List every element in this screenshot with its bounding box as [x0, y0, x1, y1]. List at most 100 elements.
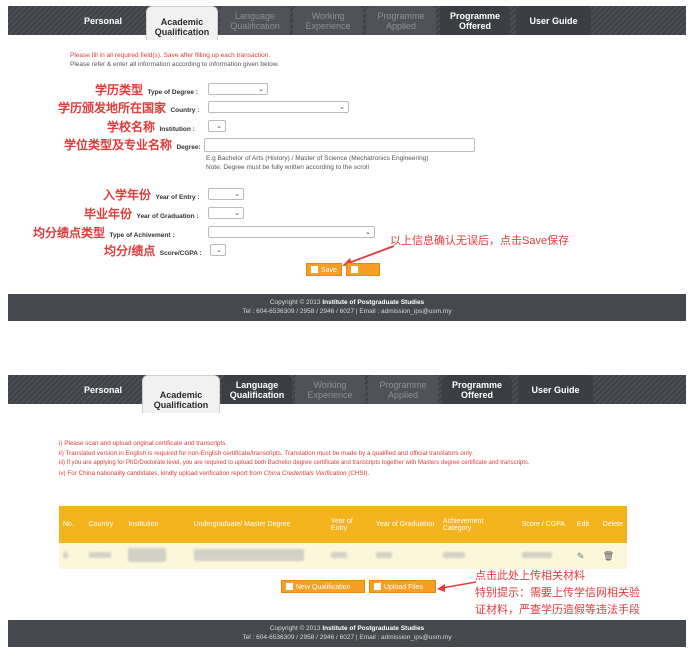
field-label: Degree: [176, 144, 201, 151]
type-of-degree-select[interactable]: ⌄ [208, 83, 268, 95]
button-label: View [351, 280, 367, 287]
annotation-zh: 入学年份 [103, 188, 152, 202]
annotation-zh: 学历颁发地所在国家 [58, 101, 167, 115]
achievement-row: 均分绩点类型 Type of Achivement : [33, 224, 174, 242]
button-label: Upload Files [384, 584, 423, 591]
field-label: Year of Entry : [155, 194, 200, 201]
cell-no [59, 543, 85, 569]
country-row: 学历颁发地所在国家 Country : [58, 99, 199, 117]
new-qualification-button[interactable]: New Qualification [281, 580, 365, 593]
chevron-down-icon: ⌄ [216, 123, 222, 130]
country-select[interactable]: ⌄ [208, 101, 349, 113]
tab-working-experience[interactable]: Working Experience [293, 6, 363, 35]
tab-label: Personal [83, 384, 123, 395]
chevron-down-icon: ⌄ [234, 210, 240, 217]
tab-programme-offered[interactable]: Programme Offered [440, 6, 510, 35]
col-achievement: Achievement Category [438, 506, 518, 543]
tab-programme-offered[interactable]: Programme Offered [442, 375, 512, 404]
tab-label: Working [313, 379, 347, 390]
tab-academic-qualification[interactable]: Academic Qualification [142, 375, 220, 413]
tab-label: Programme [377, 10, 425, 21]
chevron-down-icon: ⌄ [258, 86, 264, 93]
redacted-text [193, 549, 304, 561]
field-label: Institution : [159, 126, 195, 133]
annotation-zh: 学校名称 [107, 120, 156, 134]
institute-link[interactable]: Institute of Postgraduate Studies [322, 299, 424, 306]
button-label: New Qualification [296, 584, 351, 591]
cell-country [84, 543, 125, 569]
cell-edit: ✎ [572, 543, 599, 569]
table-header-row: No. Country Institution Undergraduate/ M… [59, 506, 627, 543]
institution-select[interactable]: ⌄ [208, 120, 226, 132]
col-year-grad: Year of Graduation [371, 506, 439, 543]
tab-label: Qualification [229, 389, 285, 400]
instruction-1: i) Please scan and upload original certi… [59, 440, 228, 447]
upload-files-button[interactable]: Upload Files [369, 580, 436, 593]
redacted-text [128, 548, 167, 562]
upload-annotation-1: 点击此处上传相关材料 [475, 570, 585, 582]
col-no: No. [59, 506, 85, 543]
tab-academic-qualification[interactable]: Academic Qualification [146, 6, 218, 40]
tab-programme-applied[interactable]: Programme Applied [366, 6, 436, 35]
tab-programme-applied[interactable]: Programme Applied [368, 375, 438, 404]
copyright-line: Copyright © 2013 Institute of Postgradua… [8, 299, 686, 306]
redacted-text [442, 552, 465, 558]
chsi-link[interactable]: China Credentials Verification [264, 470, 347, 477]
annotation-zh: 学历类型 [95, 83, 144, 97]
tab-label: Programme [451, 379, 503, 390]
instruction-2: ii) Translated version in English is req… [59, 450, 474, 457]
tab-language-qualification[interactable]: Language Qualification [220, 6, 290, 35]
copyright-text: Copyright © 2013 [269, 299, 321, 306]
cell-achievement [438, 543, 518, 569]
cell-delete: 🗑 [598, 543, 627, 569]
chevron-down-icon: ⌄ [234, 191, 240, 198]
year-grad-row: 毕业年份 Year of Graduation : [84, 205, 199, 223]
document-icon [286, 583, 293, 590]
cell-year-grad [371, 543, 439, 569]
col-country: Country [84, 506, 125, 543]
refer-note: Please refer & enter all information acc… [70, 61, 279, 68]
type-of-degree-row: 学历类型 Type of Degree : [95, 81, 198, 99]
tab-label: Offered [460, 389, 493, 400]
degree-input[interactable] [204, 138, 475, 152]
tab-label: Experience [305, 20, 351, 31]
year-grad-select[interactable]: ⌄ [208, 207, 244, 219]
trash-icon[interactable]: 🗑 [603, 551, 614, 561]
bottom-footer: Copyright © 2013 Institute of Postgradua… [8, 620, 686, 647]
tab-personal[interactable]: Personal [58, 6, 148, 35]
chevron-down-icon: ⌄ [339, 104, 345, 111]
year-entry-row: 入学年份 Year of Entry : [103, 186, 200, 204]
cell-year-entry [326, 543, 372, 569]
tab-label: Programme [379, 379, 427, 390]
tab-label: Language [235, 379, 279, 390]
arrow-icon [437, 581, 477, 592]
contact-line: Tel : 604-6536309 / 2958 / 2946 / 6027 |… [242, 634, 452, 641]
achievement-select[interactable]: ⌄ [208, 226, 375, 238]
degree-example: E.g Bachelor of Arts (History) / Master … [206, 155, 429, 162]
tab-label: Working [311, 10, 345, 21]
tab-language-qualification[interactable]: Language Qualification [222, 375, 292, 404]
redacted-text [63, 552, 68, 558]
view-button[interactable]: View [346, 263, 380, 287]
year-entry-select[interactable]: ⌄ [208, 188, 244, 200]
instruction-text: iv) For China nationality candidates, ki… [59, 470, 264, 477]
chevron-down-icon: ⌄ [365, 229, 371, 236]
tab-working-experience[interactable]: Working Experience [295, 375, 365, 404]
edit-icon[interactable]: ✎ [577, 551, 585, 561]
tab-user-guide[interactable]: User Guide [516, 6, 591, 35]
tab-label: User Guide [531, 384, 580, 395]
tab-personal[interactable]: Personal [58, 375, 148, 404]
score-select[interactable]: ⌄ [210, 244, 226, 256]
redacted-text [330, 552, 347, 558]
tab-user-guide[interactable]: User Guide [518, 375, 593, 404]
degree-row: 学位类型及专业名称 Degree: [64, 136, 201, 154]
view-icon [351, 266, 358, 273]
field-label: Score/CGPA : [159, 250, 202, 257]
qualification-table: No. Country Institution Undergraduate/ M… [59, 506, 627, 569]
redacted-text [521, 552, 552, 558]
tab-label: Academic [160, 17, 204, 27]
institute-link[interactable]: Institute of Postgraduate Studies [322, 625, 424, 632]
save-button[interactable]: Save [306, 263, 342, 276]
col-delete: Delete [598, 506, 627, 543]
redacted-text [375, 552, 392, 558]
